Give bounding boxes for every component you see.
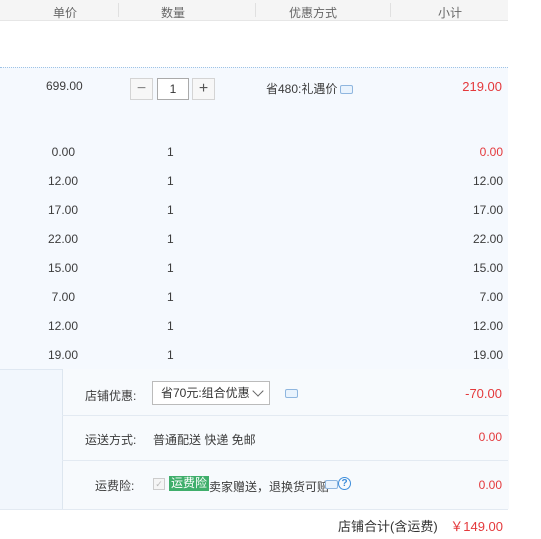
shipping-label: 运送方式:	[85, 433, 137, 447]
item-subtotal: 17.00	[472, 203, 503, 217]
item-subtotal: 7.00	[479, 290, 503, 304]
divider	[62, 415, 508, 416]
shop-promo-label: 店铺优惠:	[85, 389, 137, 403]
item-subtotal: 0.00	[479, 145, 503, 159]
header-subtotal: 小计	[437, 6, 462, 20]
header-quantity: 数量	[160, 6, 185, 20]
header-divider	[118, 3, 119, 17]
quantity-input[interactable]: 1	[157, 78, 189, 100]
header-discount: 优惠方式	[288, 6, 337, 20]
shop-promo-amount: -70.00	[465, 386, 502, 401]
item-quantity: 1	[167, 232, 174, 246]
divider	[0, 509, 508, 510]
item-subtotal: 12.00	[472, 319, 503, 333]
item-price: 12.00	[47, 319, 78, 333]
insurance-description: 卖家赠送，退换货可赔	[209, 480, 330, 494]
insurance-label: 运费险:	[95, 479, 135, 493]
header-unit-price: 单价	[52, 6, 77, 20]
chevron-down-icon	[252, 385, 264, 397]
message-icon[interactable]	[340, 85, 353, 94]
item-price: 17.00	[47, 203, 78, 217]
help-icon[interactable]: ?	[338, 477, 351, 490]
item-price: 22.00	[47, 232, 78, 246]
main-item-price: 699.00	[46, 79, 83, 93]
item-price: 19.00	[47, 348, 78, 362]
insurance-checkbox[interactable]: ✓	[153, 478, 165, 490]
item-price: 15.00	[47, 261, 78, 275]
message-icon[interactable]	[285, 389, 298, 398]
item-quantity: 1	[167, 203, 174, 217]
insurance-tag: 运费险	[169, 476, 210, 491]
increase-quantity-button[interactable]: +	[192, 78, 215, 100]
main-item-discount: 省480:礼遇价	[266, 82, 338, 96]
item-price: 0.00	[51, 145, 75, 159]
item-price: 12.00	[47, 174, 78, 188]
shipping-method: 普通配送 快递 免邮	[153, 433, 256, 447]
item-quantity: 1	[167, 174, 174, 188]
shipping-amount: 0.00	[478, 430, 502, 444]
shop-promo-select-value: 省70元:组合优惠	[161, 386, 250, 400]
item-subtotal: 19.00	[472, 348, 503, 362]
item-quantity: 1	[167, 348, 174, 362]
shop-total-label: 店铺合计(含运费)	[338, 519, 438, 534]
item-quantity: 1	[167, 319, 174, 333]
item-subtotal: 22.00	[472, 232, 503, 246]
shop-promo-select[interactable]: 省70元:组合优惠	[152, 381, 270, 405]
shop-total-amount: ￥149.00	[450, 519, 503, 534]
table-header: 单价 数量 优惠方式 小计	[0, 0, 508, 21]
item-quantity: 1	[167, 261, 174, 275]
header-divider	[255, 3, 256, 17]
item-subtotal: 15.00	[472, 261, 503, 275]
item-subtotal: 12.00	[472, 174, 503, 188]
message-icon[interactable]	[325, 480, 338, 489]
main-item-subtotal: 219.00	[462, 79, 502, 94]
item-quantity: 1	[167, 290, 174, 304]
divider	[62, 460, 508, 461]
insurance-amount: 0.00	[478, 478, 502, 492]
item-price: 7.00	[51, 290, 75, 304]
item-quantity: 1	[167, 145, 174, 159]
header-divider	[390, 3, 391, 17]
decrease-quantity-button[interactable]: −	[130, 78, 153, 100]
